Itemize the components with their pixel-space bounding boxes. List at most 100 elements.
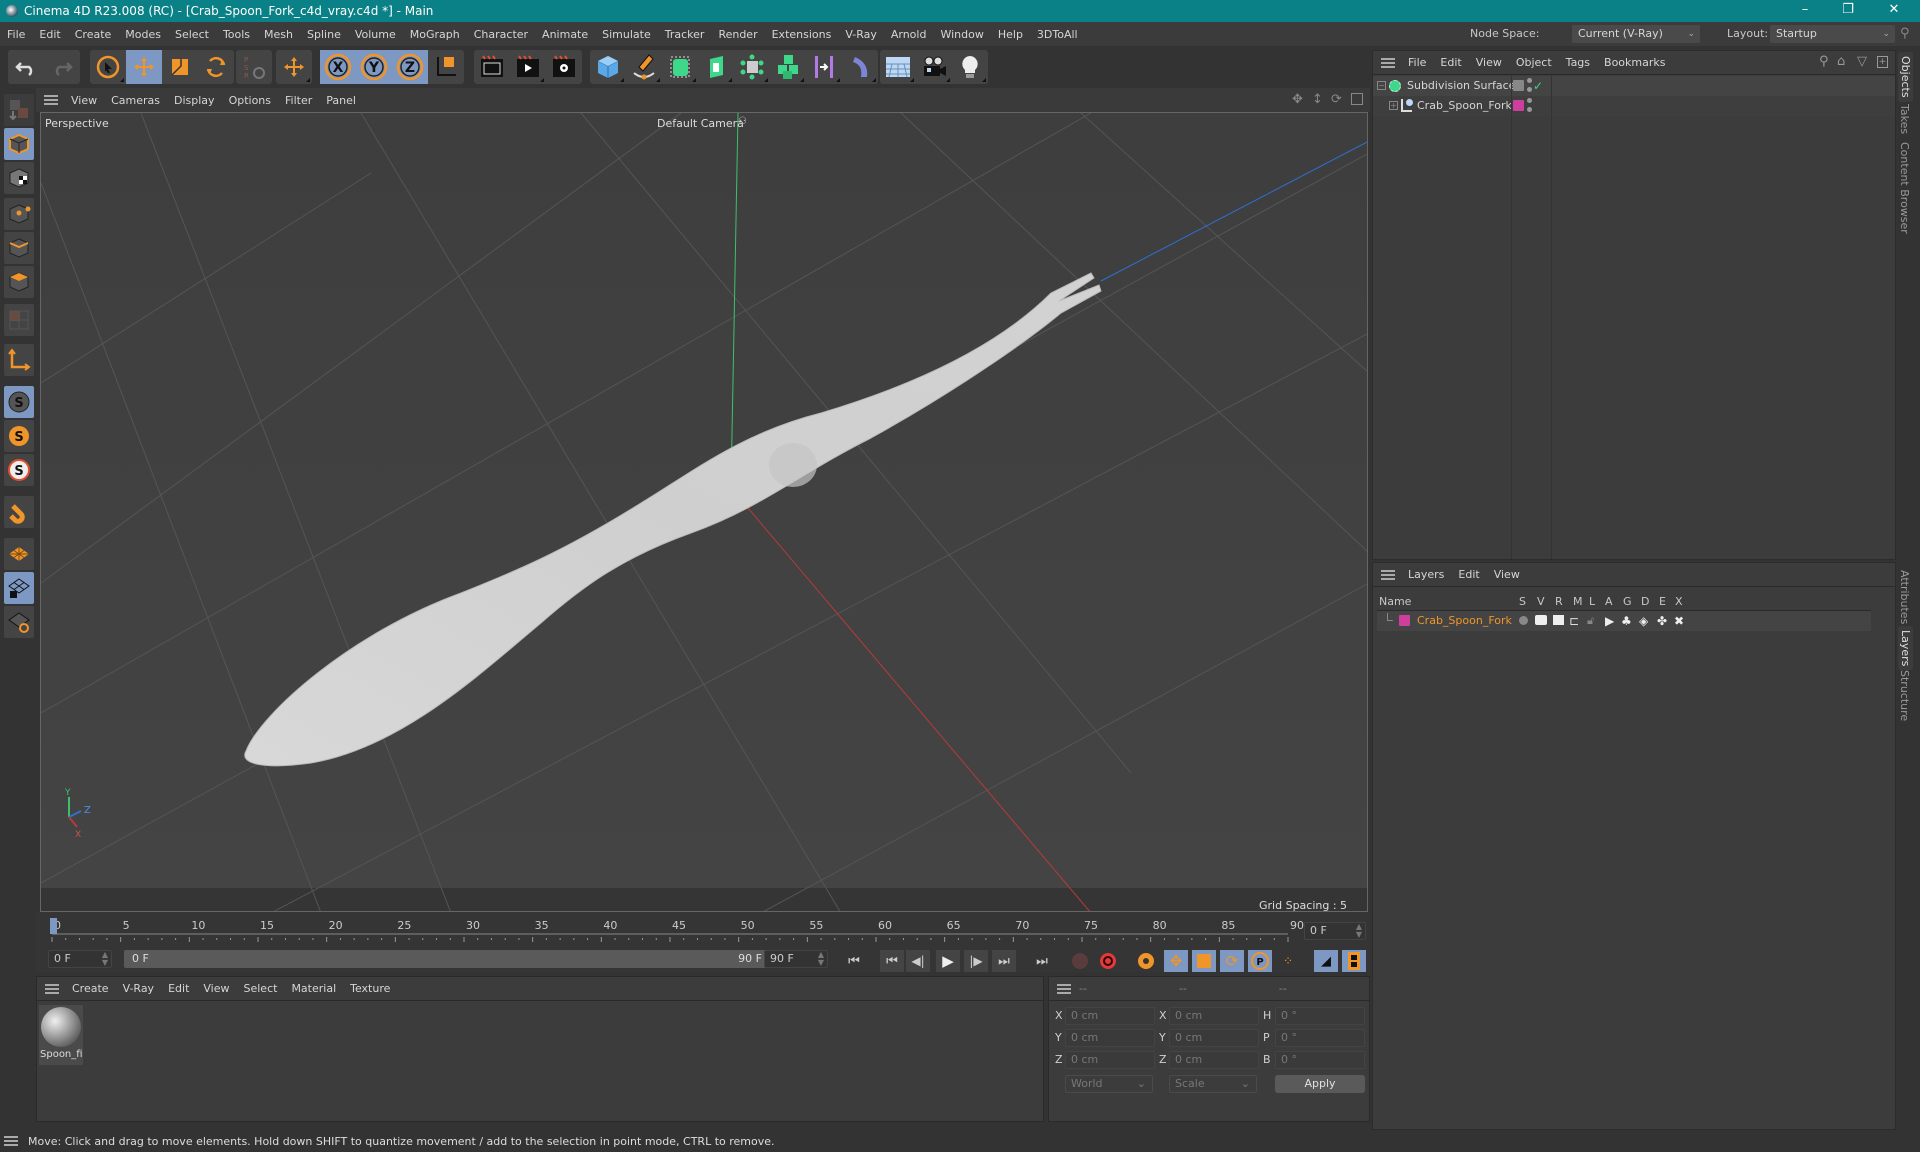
mat-menu-material[interactable]: Material (284, 982, 343, 995)
menu-mograph[interactable]: MoGraph (403, 28, 467, 41)
timeline-ruler[interactable]: 0 5 10 15 20 25 30 35 40 45 50 55 60 65 70 75 80 85 90 0 F… (36, 912, 1370, 948)
film-button[interactable] (1342, 950, 1366, 972)
pos-y-field[interactable]: 0 cm (1065, 1029, 1155, 1047)
pos-x-field[interactable]: 0 cm (1065, 1007, 1155, 1025)
menu-character[interactable]: Character (467, 28, 535, 41)
apply-button[interactable]: Apply (1275, 1075, 1365, 1093)
record-button[interactable] (1068, 950, 1092, 972)
mat-menu-edit[interactable]: Edit (161, 982, 196, 995)
tab-layers[interactable]: Layers (1898, 626, 1913, 671)
maximize-view-icon[interactable] (1351, 93, 1363, 105)
key-param-button[interactable]: P (1248, 950, 1272, 972)
expand-icon[interactable]: + (1389, 101, 1398, 110)
select-tool-button[interactable] (90, 50, 126, 84)
play-button[interactable]: ▶ (936, 950, 960, 972)
pen-button[interactable] (626, 50, 662, 84)
object-row-subdivision[interactable]: − Subdivision Surface ✓ (1373, 76, 1895, 96)
menu-vray[interactable]: V-Ray (838, 28, 884, 41)
layer-row[interactable]: Crab_Spoon_Fork ⊏ 🔓︎ ▶ ♣ ◈ ✤ ✖ (1377, 611, 1871, 631)
mat-menu-select[interactable]: Select (237, 982, 285, 995)
obj-menu-file[interactable]: File (1401, 56, 1433, 69)
menu-volume[interactable]: Volume (348, 28, 403, 41)
enabled-check-icon[interactable]: ✓ (1533, 76, 1543, 96)
search-icon[interactable]: ⚲ (1900, 26, 1910, 41)
dolly-view-icon[interactable]: ↕ (1312, 92, 1323, 107)
workplane-button[interactable] (4, 538, 34, 570)
subdivision-button[interactable] (662, 50, 698, 84)
vp-menu-view[interactable]: View (64, 94, 104, 107)
editor-visibility-dot[interactable] (1527, 78, 1532, 83)
hierarchy-icon[interactable]: ⊏ (1569, 611, 1579, 631)
menu-modes[interactable]: Modes (118, 28, 168, 41)
x-axis-button[interactable]: X (320, 50, 356, 84)
hamburger-icon[interactable] (1381, 569, 1395, 580)
edit-toggle-icon[interactable] (1513, 80, 1524, 91)
menu-file[interactable]: File (0, 28, 32, 41)
menu-extensions[interactable]: Extensions (765, 28, 839, 41)
3d-viewport[interactable]: Y Z X Perspective Default Camera ⚇ Grid … (40, 112, 1368, 912)
layout-select[interactable]: Startup ⌄ (1770, 25, 1895, 43)
coord-mode-select[interactable]: Scale ⌄ (1169, 1075, 1257, 1093)
menu-tools[interactable]: Tools (216, 28, 257, 41)
vp-menu-display[interactable]: Display (167, 94, 222, 107)
next-frame-button[interactable]: |▶ (964, 950, 988, 972)
axis-mode-button[interactable] (4, 344, 34, 376)
object-row-crab-spoon-fork[interactable]: + Crab_Spoon_Fork (1373, 96, 1895, 116)
move-tool-button[interactable] (126, 50, 162, 84)
obj-menu-object[interactable]: Object (1509, 56, 1559, 69)
snap-enable-button[interactable]: S (4, 454, 34, 486)
render-settings-button[interactable] (546, 50, 582, 84)
menu-render[interactable]: Render (711, 28, 764, 41)
extrude-button[interactable] (698, 50, 734, 84)
model-mode-button[interactable] (4, 94, 34, 126)
symmetry-button[interactable] (806, 50, 842, 84)
workplane-lock-button[interactable] (4, 572, 34, 604)
workplane-align-button[interactable] (4, 606, 34, 638)
menu-window[interactable]: Window (933, 28, 990, 41)
size-y-field[interactable]: 0 cm (1169, 1029, 1259, 1047)
obj-menu-tags[interactable]: Tags (1559, 56, 1597, 69)
mat-menu-view[interactable]: View (196, 982, 236, 995)
cube-button[interactable] (590, 50, 626, 84)
camera-button[interactable] (916, 50, 952, 84)
animation-play-icon[interactable]: ▶ (1605, 611, 1614, 631)
rotate-tool-button[interactable] (198, 50, 234, 84)
menu-simulate[interactable]: Simulate (595, 28, 658, 41)
obj-menu-view[interactable]: View (1469, 56, 1509, 69)
hamburger-icon[interactable] (1057, 983, 1071, 994)
snap-button[interactable]: S (4, 386, 34, 418)
menu-arnold[interactable]: Arnold (884, 28, 934, 41)
snap-settings-button[interactable]: S (4, 420, 34, 452)
psr-button[interactable]: PSR (236, 50, 272, 84)
new-window-icon[interactable]: + (1877, 56, 1888, 68)
mat-menu-vray[interactable]: V-Ray (116, 982, 162, 995)
redo-button[interactable] (44, 50, 80, 84)
editor-visibility-dot[interactable] (1527, 98, 1532, 103)
vp-menu-options[interactable]: Options (222, 94, 278, 107)
lock-icon[interactable]: 🔓︎ (1587, 611, 1594, 631)
menu-3dtoall[interactable]: 3DToAll (1030, 28, 1085, 41)
current-frame-field[interactable]: 0 F ▲ ▼ (1304, 922, 1366, 940)
key-pla-button[interactable]: ⁘ (1276, 950, 1300, 972)
start-frame-field[interactable]: 0 F ▲ ▼ (48, 950, 112, 968)
undo-button[interactable] (8, 50, 44, 84)
next-key-button[interactable]: ⏭ (992, 950, 1016, 972)
layer-menu-view[interactable]: View (1487, 568, 1527, 581)
collapse-icon[interactable]: − (1377, 81, 1386, 90)
vp-menu-filter[interactable]: Filter (278, 94, 319, 107)
key-scale-button[interactable] (1192, 950, 1216, 972)
keyframe-selection-button[interactable] (1134, 950, 1158, 972)
texture-mode-button[interactable] (4, 162, 34, 194)
rotate-view-icon[interactable]: ⟳ (1331, 92, 1342, 107)
key-position-button[interactable]: ✥ (1164, 950, 1188, 972)
material-swatch[interactable]: Spoon_fi (39, 1005, 83, 1065)
obj-menu-edit[interactable]: Edit (1433, 56, 1468, 69)
menu-tracker[interactable]: Tracker (658, 28, 712, 41)
hamburger-icon[interactable] (45, 983, 59, 994)
render-button[interactable] (510, 50, 546, 84)
object-mode-button[interactable] (4, 128, 34, 160)
size-z-field[interactable]: 0 cm (1169, 1051, 1259, 1069)
mat-menu-texture[interactable]: Texture (343, 982, 397, 995)
layer-menu-edit[interactable]: Edit (1451, 568, 1486, 581)
array-button[interactable] (770, 50, 806, 84)
